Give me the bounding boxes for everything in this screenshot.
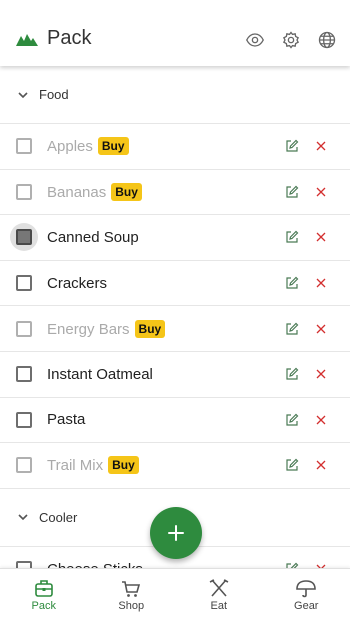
close-icon[interactable] [316, 232, 326, 242]
list-item: Canned Soup [0, 215, 350, 261]
edit-icon[interactable] [285, 367, 299, 381]
item-name-text: Apples [47, 138, 93, 156]
list-item: Pasta [0, 398, 350, 444]
chevron-down-icon [18, 514, 28, 521]
item-name: Trail Mix Buy [47, 456, 139, 475]
edit-icon[interactable] [285, 458, 299, 472]
item-checkbox[interactable] [16, 183, 32, 200]
backpack-icon [34, 580, 53, 597]
nav-label: Pack [31, 600, 56, 612]
list-item: Instant Oatmeal [0, 352, 350, 398]
chevron-down-icon [18, 91, 28, 98]
item-name: Canned Soup [47, 229, 139, 246]
plus-icon [168, 525, 184, 541]
item-checkbox[interactable] [10, 223, 38, 252]
close-icon[interactable] [316, 460, 326, 470]
item-name: Apples Buy [47, 137, 129, 156]
nav-label: Shop [118, 600, 145, 612]
umbrella-icon [296, 580, 317, 598]
close-icon[interactable] [316, 141, 326, 151]
nav-item-pack[interactable]: Pack [0, 569, 88, 622]
item-checkbox[interactable] [16, 457, 32, 474]
item-name-text: Instant Oatmeal [47, 365, 153, 383]
bottom-nav: Pack Shop Eat Gear [0, 568, 350, 622]
app-header: Pack [0, 0, 350, 66]
buy-badge: Buy [108, 456, 139, 475]
item-name: Pasta [47, 411, 85, 428]
item-name-text: Pasta [47, 411, 86, 429]
list-item: Crackers [0, 261, 350, 307]
item-name: Cheese Sticks [47, 561, 143, 568]
item-name-text: Energy Bars [47, 320, 130, 338]
utensils-icon [209, 579, 229, 597]
list-item: Bananas Buy [0, 170, 350, 216]
nav-label: Eat [210, 600, 227, 612]
buy-badge: Buy [97, 137, 129, 156]
item-checkbox[interactable] [16, 320, 32, 337]
mountains-logo-icon [16, 34, 38, 46]
nav-label: Gear [294, 600, 319, 612]
item-name: Crackers [47, 275, 107, 292]
close-icon[interactable] [316, 324, 326, 334]
page-title: Pack [47, 27, 92, 49]
buy-badge: Buy [111, 182, 142, 201]
close-icon[interactable] [316, 187, 326, 197]
item-name-text: Crackers [47, 274, 108, 292]
gear-icon[interactable] [282, 31, 300, 49]
cart-icon [122, 581, 141, 597]
section-header[interactable]: Food [0, 66, 350, 124]
close-icon[interactable] [316, 415, 326, 425]
section-label: Cooler [39, 509, 78, 525]
item-checkbox[interactable] [16, 411, 32, 428]
app: Pack Food Apples Buy Bananas Buy Canned Soup C… [0, 0, 350, 622]
item-name-text: Bananas [47, 183, 107, 201]
item-checkbox[interactable] [16, 275, 32, 292]
edit-icon[interactable] [285, 276, 299, 290]
close-icon[interactable] [316, 278, 326, 288]
globe-icon[interactable] [318, 31, 336, 49]
item-name: Instant Oatmeal [47, 366, 153, 383]
edit-icon[interactable] [285, 230, 299, 244]
edit-icon[interactable] [285, 322, 299, 336]
item-checkbox[interactable] [16, 138, 32, 155]
section-label: Food [39, 87, 69, 102]
buy-badge: Buy [134, 319, 166, 338]
list-item: Trail Mix Buy [0, 443, 350, 489]
item-checkbox[interactable] [16, 561, 32, 568]
item-name-text: Cheese Sticks [47, 561, 143, 568]
item-name: Bananas Buy [47, 182, 142, 201]
nav-item-gear[interactable]: Gear [263, 569, 350, 622]
edit-icon[interactable] [285, 413, 299, 427]
add-item-button[interactable] [150, 507, 202, 559]
list-item: Apples Buy [0, 124, 350, 170]
close-icon[interactable] [316, 369, 326, 379]
nav-item-shop[interactable]: Shop [88, 569, 176, 622]
list-item: Energy Bars Buy [0, 306, 350, 352]
edit-icon[interactable] [285, 185, 299, 199]
item-name-text: Trail Mix [47, 457, 104, 475]
eye-icon[interactable] [246, 31, 264, 49]
item-name: Energy Bars Buy [47, 319, 166, 338]
item-checkbox[interactable] [16, 366, 32, 383]
item-name-text: Canned Soup [47, 228, 139, 246]
nav-item-eat[interactable]: Eat [175, 569, 263, 622]
edit-icon[interactable] [285, 139, 299, 153]
pack-list: Food Apples Buy Bananas Buy Canned Soup Cracke… [0, 66, 350, 568]
